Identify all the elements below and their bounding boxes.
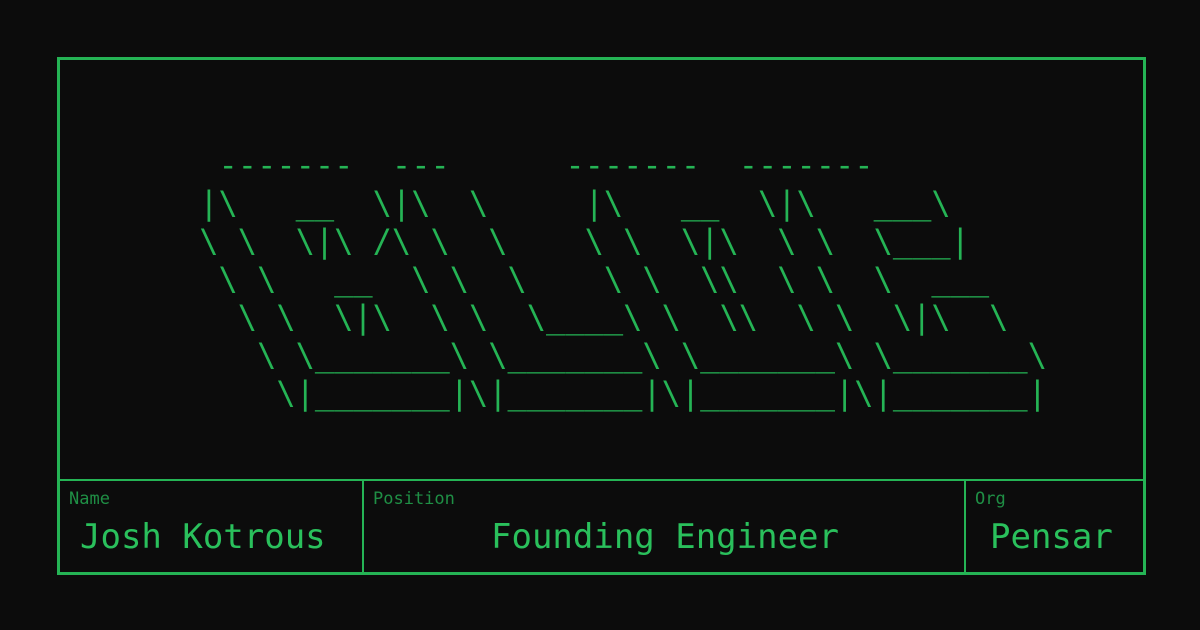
ascii-art-logo: ------- --- ------- ------- |\ __ \|\ \ … (199, 146, 1047, 412)
ascii-art-area: ------- --- ------- ------- |\ __ \|\ \ … (60, 60, 1143, 479)
org-value: Pensar (990, 517, 1113, 557)
position-cell: Position Founding Engineer (364, 481, 966, 572)
org-label: Org (975, 489, 1006, 509)
badge-card: ------- --- ------- ------- |\ __ \|\ \ … (57, 57, 1146, 575)
position-label: Position (373, 489, 455, 509)
name-cell: Name Josh Kotrous (60, 481, 364, 572)
info-footer: Name Josh Kotrous Position Founding Engi… (60, 479, 1143, 572)
name-label: Name (69, 489, 110, 509)
position-value: Founding Engineer (491, 517, 839, 557)
org-cell: Org Pensar (966, 481, 1143, 572)
name-value: Josh Kotrous (80, 517, 326, 557)
